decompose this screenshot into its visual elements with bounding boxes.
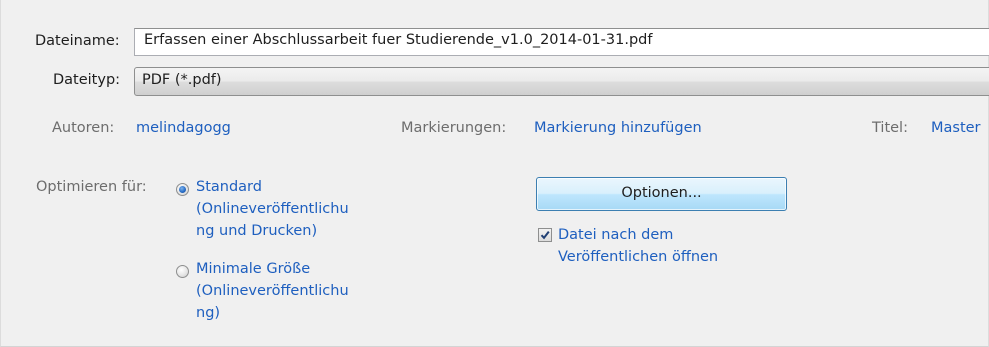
filename-input[interactable]: Erfassen einer Abschlussarbeit fuer Stud… xyxy=(134,28,989,56)
filetype-label: Dateityp: xyxy=(53,72,121,88)
radio-standard-line-3: ng und Drucken) xyxy=(196,223,318,239)
open-after-publish-line-1: Datei nach dem xyxy=(558,227,674,243)
authors-value[interactable]: melindagogg xyxy=(136,120,231,136)
radio-minimal-line-1: Minimale Größe xyxy=(196,261,311,277)
open-after-publish-line-2: Veröffentlichen öffnen xyxy=(558,249,719,265)
authors-label: Autoren: xyxy=(52,120,115,136)
filename-value: Erfassen einer Abschlussarbeit fuer Stud… xyxy=(144,32,653,48)
options-button[interactable]: Optionen... xyxy=(536,177,787,211)
open-after-publish-checkbox[interactable] xyxy=(538,228,552,242)
radio-standard-line-1: Standard xyxy=(196,179,262,195)
radio-standard-label[interactable]: Standard (Onlineveröffentlichu ng und Dr… xyxy=(196,176,349,242)
title-value[interactable]: Master xyxy=(931,120,981,136)
optimize-label: Optimieren für: xyxy=(36,179,147,195)
radio-standard[interactable] xyxy=(176,183,189,196)
filetype-value: PDF (*.pdf) xyxy=(142,72,222,88)
radio-minimal-line-2: (Onlineveröffentlichu xyxy=(196,283,349,299)
tags-label: Markierungen: xyxy=(401,120,507,136)
filetype-select[interactable]: PDF (*.pdf) xyxy=(134,67,989,96)
radio-minimal[interactable] xyxy=(176,265,189,278)
radio-minimal-label[interactable]: Minimale Größe (Onlineveröffentlichu ng) xyxy=(196,258,349,324)
radio-standard-line-2: (Onlineveröffentlichu xyxy=(196,201,349,217)
checkmark-icon xyxy=(540,230,550,240)
title-label: Titel: xyxy=(872,120,908,136)
radio-minimal-line-3: ng) xyxy=(196,305,221,321)
tags-value[interactable]: Markierung hinzufügen xyxy=(534,120,702,136)
save-dialog: Dateiname: Erfassen einer Abschlussarbei… xyxy=(0,0,989,347)
open-after-publish-label[interactable]: Datei nach dem Veröffentlichen öffnen xyxy=(558,224,718,268)
filename-label: Dateiname: xyxy=(35,33,120,49)
